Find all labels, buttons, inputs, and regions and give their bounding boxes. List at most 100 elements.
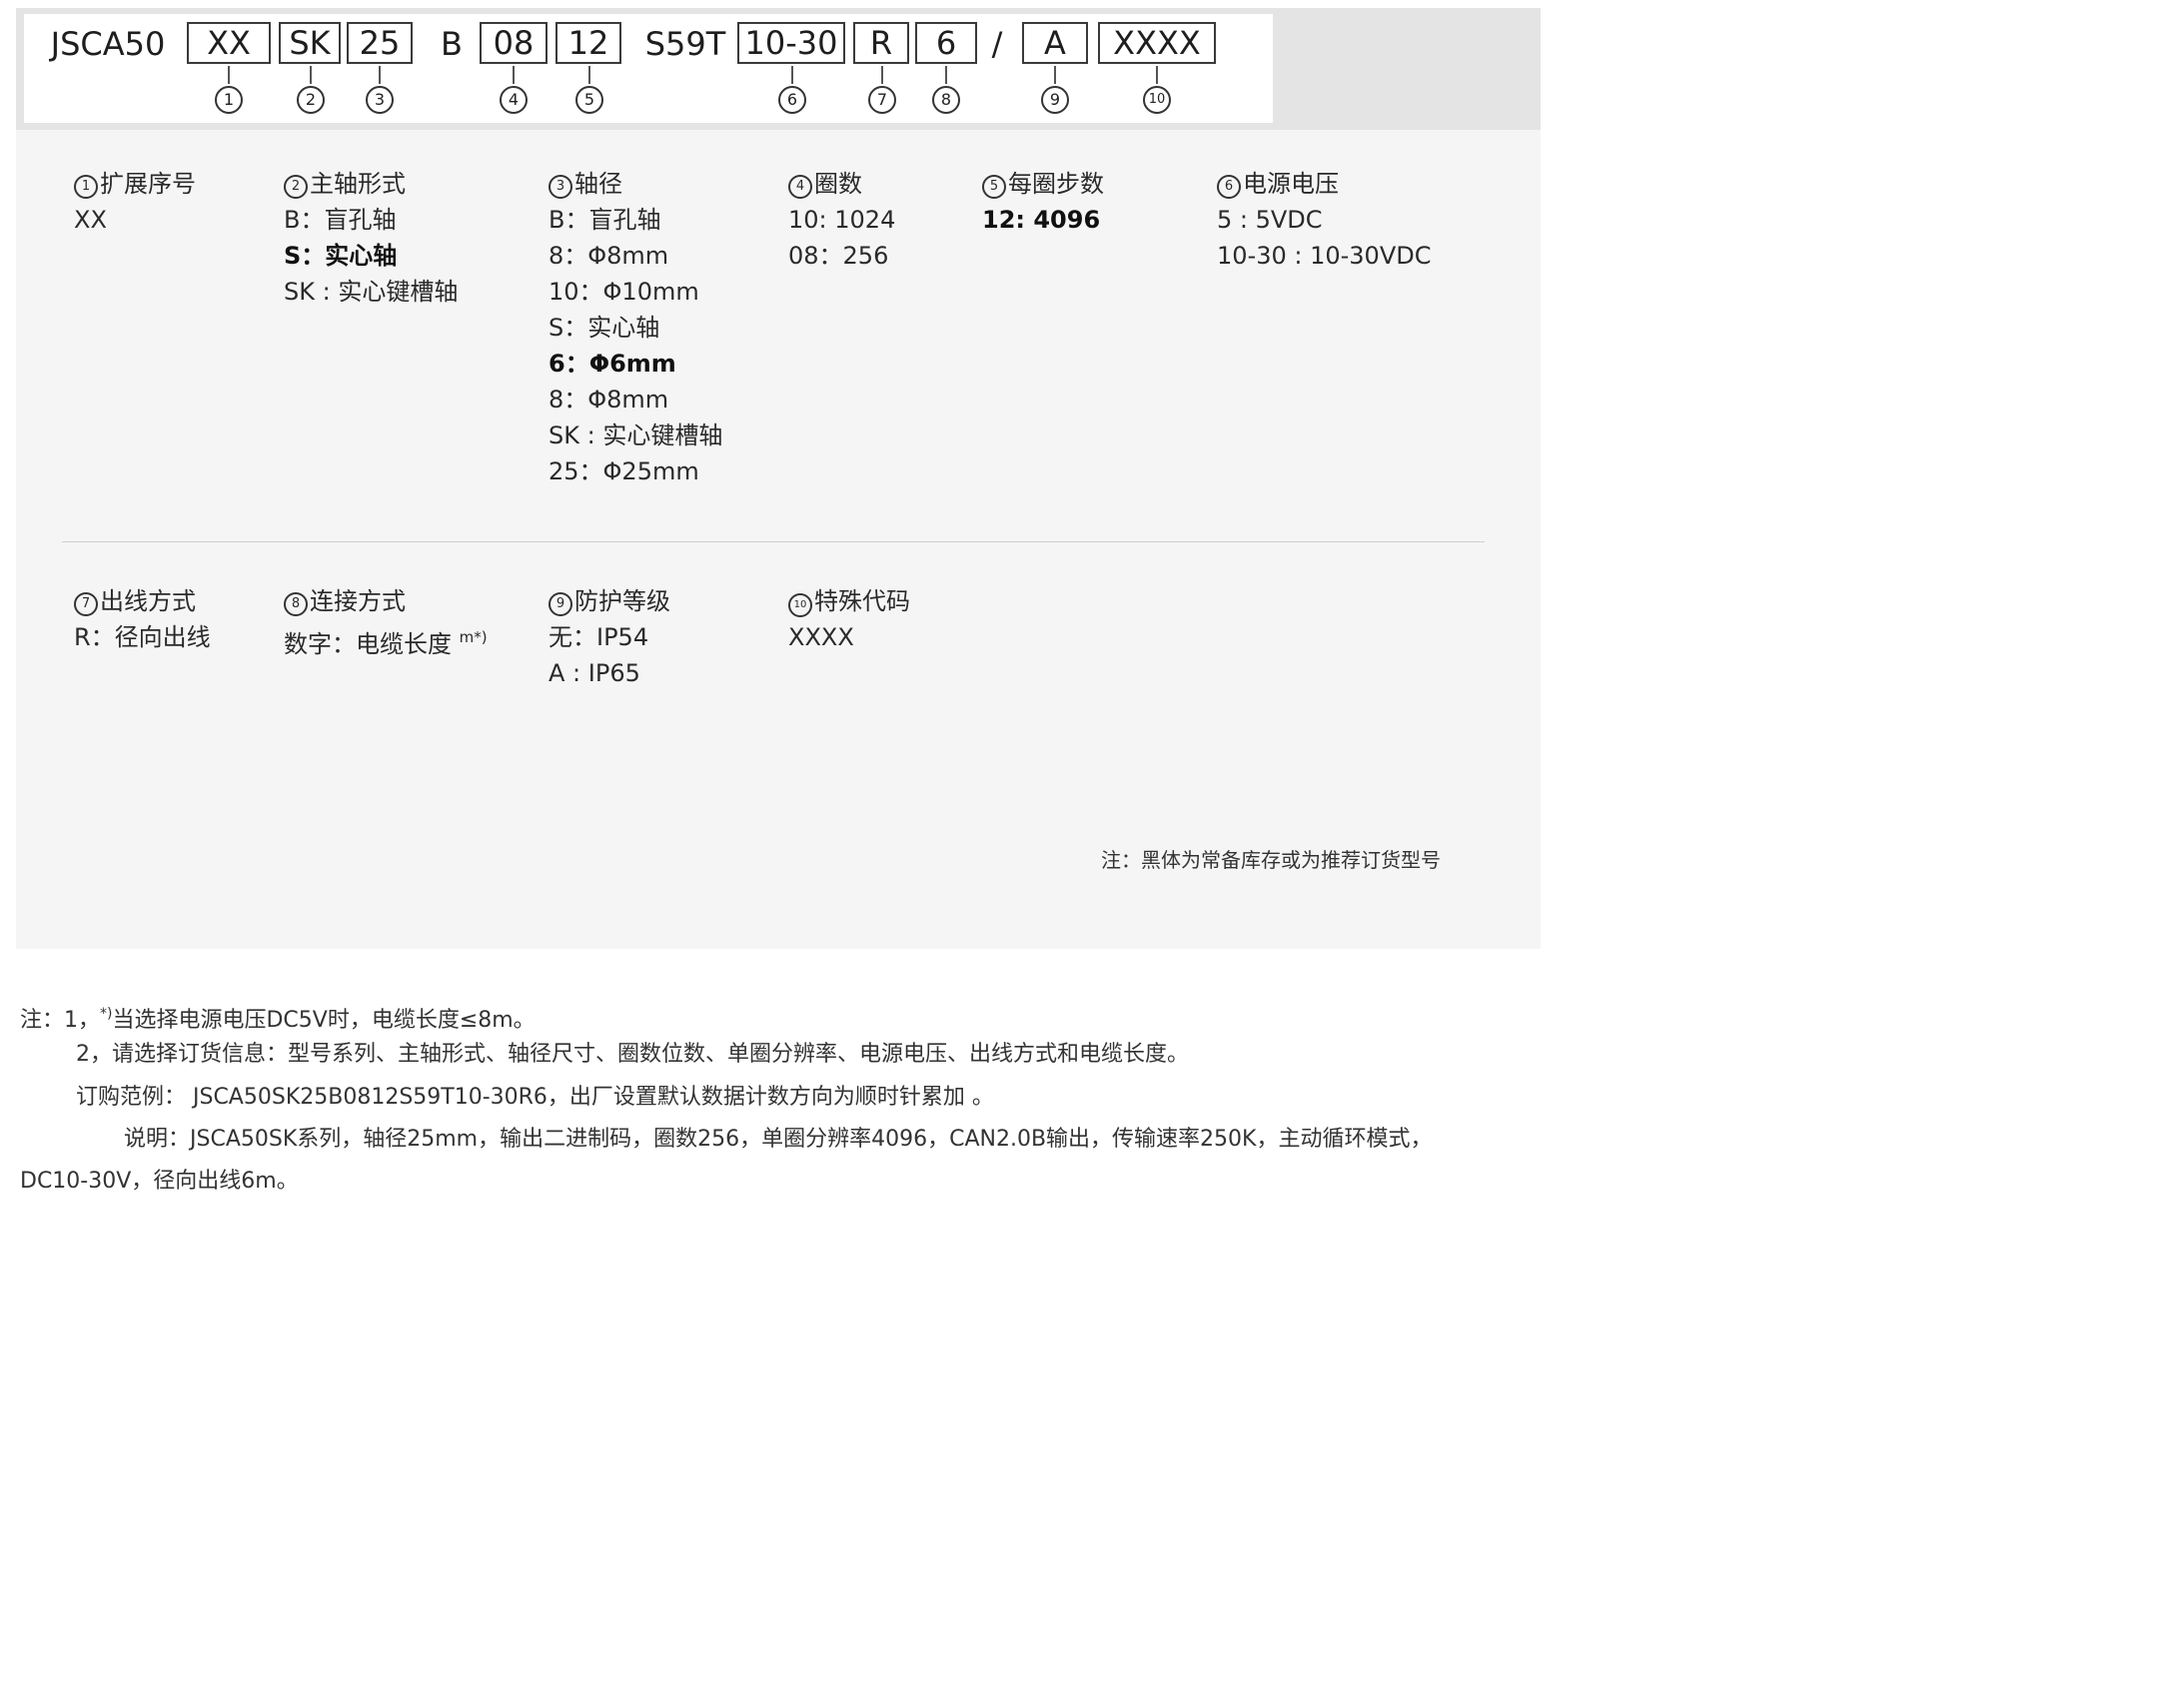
marker-line-2: [310, 66, 312, 84]
marker-line-5: [588, 66, 590, 84]
option-title: 轴径: [574, 170, 622, 198]
option-cable-exit: 7 出线方式 R：径向出线: [74, 583, 211, 655]
option-value: 10：Φ10mm: [548, 278, 699, 306]
option-value: 8：Φ8mm: [548, 386, 669, 414]
option-extension-number: 1 扩展序号 XX: [74, 166, 196, 238]
marker-7: 7: [868, 86, 896, 114]
code-segment-8: 6: [915, 22, 977, 64]
code-segment-6: 10-30: [737, 22, 845, 64]
option-value: 25：Φ25mm: [548, 457, 699, 485]
marker-2: 2: [297, 86, 325, 114]
marker-line-4: [513, 66, 515, 84]
option-number: 5: [982, 175, 1006, 199]
option-turns: 4 圈数 10: 1024 08：256: [788, 166, 895, 274]
code-slash: /: [991, 25, 1003, 63]
option-value: XX: [74, 206, 107, 234]
option-value-recommended: S：实心轴: [284, 242, 398, 270]
code-segment-2: SK: [279, 22, 341, 64]
option-value: 08：256: [788, 242, 889, 270]
option-value: 5 : 5VDC: [1217, 206, 1323, 234]
option-special-code: 10 特殊代码 XXXX: [788, 583, 910, 655]
order-example: 订购范例： JSCA50SK25B0812S59T10-30R6，出厂设置默认数…: [76, 1085, 994, 1110]
option-value: A : IP65: [548, 659, 640, 687]
footnote-prefix: 注：1，: [20, 1008, 100, 1033]
code-segment-4: 08: [480, 22, 547, 64]
option-protection-class: 9 防护等级 无：IP54 A : IP65: [548, 583, 670, 691]
option-value: 无：IP54: [548, 623, 649, 651]
footnote-text: 当选择电源电压DC5V时，电缆长度≤8m。: [112, 1008, 536, 1033]
selection-panel: [16, 8, 1541, 949]
option-value: 10-30 : 10-30VDC: [1217, 242, 1432, 270]
example-description-continued: DC10-30V，径向出线6m。: [20, 1169, 299, 1194]
marker-line-3: [379, 66, 381, 84]
option-value: B：盲孔轴: [548, 206, 661, 234]
option-title: 主轴形式: [310, 170, 406, 198]
option-number: 1: [74, 175, 98, 199]
option-connection: 8 连接方式 数字：电缆长度 m*): [284, 583, 488, 662]
marker-6: 6: [778, 86, 806, 114]
option-heading: 10 特殊代码: [788, 583, 910, 619]
option-value: S：实心轴: [548, 314, 660, 342]
marker-3: 3: [366, 86, 394, 114]
marker-10: 10: [1143, 86, 1171, 114]
footnote-2: 2，请选择订货信息：型号系列、主轴形式、轴径尺寸、圈数位数、单圈分辨率、电源电压…: [76, 1042, 1190, 1067]
option-value: 10: 1024: [788, 206, 896, 234]
marker-line-6: [791, 66, 793, 84]
marker-line-8: [945, 66, 947, 84]
option-number: 2: [284, 175, 308, 199]
section-divider: [62, 541, 1485, 542]
option-number: 9: [548, 592, 572, 616]
option-title: 出线方式: [100, 587, 196, 615]
example-description: 说明：JSCA50SK系列，轴径25mm，输出二进制码，圈数256，单圈分辨率4…: [124, 1127, 1433, 1152]
option-heading: 4 圈数: [788, 166, 895, 202]
marker-line-7: [881, 66, 883, 84]
option-value: SK : 实心键槽轴: [548, 422, 723, 449]
model-prefix: JSCA50: [50, 25, 166, 63]
panel-note: 注：黑体为常备库存或为推荐订货型号: [1101, 848, 1441, 872]
code-segment-3: 25: [347, 22, 413, 64]
option-title: 圈数: [814, 170, 862, 198]
marker-line-1: [228, 66, 230, 84]
option-value: B：盲孔轴: [284, 206, 397, 234]
option-title: 防护等级: [574, 587, 670, 615]
option-heading: 2 主轴形式: [284, 166, 458, 202]
option-heading: 3 轴径: [548, 166, 722, 202]
option-shaft-diameter: 3 轴径 B：盲孔轴 8：Φ8mm 10：Φ10mm S：实心轴 6：Φ6mm 8…: [548, 166, 722, 489]
marker-line-10: [1156, 66, 1158, 84]
option-heading: 5 每圈步数: [982, 166, 1104, 202]
code-segment-9: A: [1022, 22, 1088, 64]
option-number: 6: [1217, 175, 1241, 199]
option-value: 数字：电缆长度 m*): [284, 619, 488, 662]
option-value-recommended: 12: 4096: [982, 206, 1101, 234]
option-value: SK : 实心键槽轴: [284, 278, 459, 306]
option-title: 电源电压: [1243, 170, 1339, 198]
option-number: 4: [788, 175, 812, 199]
footnote-marker: m*): [459, 628, 488, 646]
option-value-text: 数字：电缆长度: [284, 630, 460, 658]
footnote-marker: *): [100, 1006, 113, 1022]
option-number: 7: [74, 592, 98, 616]
code-segment-5: 12: [555, 22, 621, 64]
option-heading: 9 防护等级: [548, 583, 670, 619]
option-value-recommended: 6：Φ6mm: [548, 350, 676, 378]
marker-4: 4: [500, 86, 528, 114]
option-heading: 6 电源电压: [1217, 166, 1431, 202]
option-supply-voltage: 6 电源电压 5 : 5VDC 10-30 : 10-30VDC: [1217, 166, 1431, 274]
option-number: 8: [284, 592, 308, 616]
code-separator-s59t: S59T: [644, 25, 726, 63]
option-heading: 7 出线方式: [74, 583, 211, 619]
option-number: 3: [548, 175, 572, 199]
code-segment-10: XXXX: [1098, 22, 1216, 64]
code-segment-1: XX: [187, 22, 271, 64]
option-title: 连接方式: [310, 587, 406, 615]
option-heading: 1 扩展序号: [74, 166, 196, 202]
marker-8: 8: [932, 86, 960, 114]
footnote-1: 注：1，*)当选择电源电压DC5V时，电缆长度≤8m。: [20, 999, 536, 1036]
marker-9: 9: [1041, 86, 1069, 114]
option-shaft-type: 2 主轴形式 B：盲孔轴 S：实心轴 SK : 实心键槽轴: [284, 166, 458, 310]
option-value: 8：Φ8mm: [548, 242, 669, 270]
option-heading: 8 连接方式: [284, 583, 488, 619]
option-value: R：径向出线: [74, 623, 211, 651]
option-number: 10: [788, 593, 812, 617]
code-segment-7: R: [853, 22, 909, 64]
